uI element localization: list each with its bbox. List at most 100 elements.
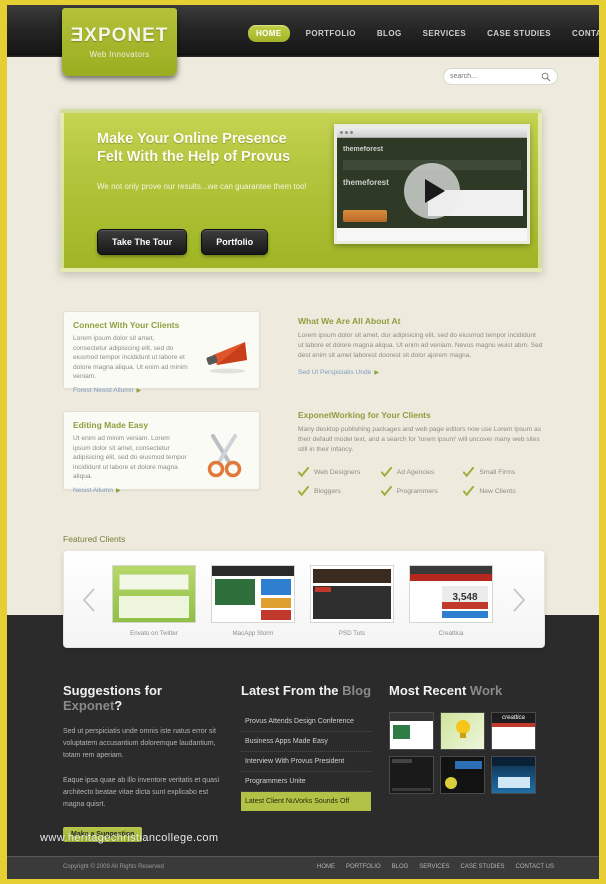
working-title: ExponetWorking for Your Clients: [298, 410, 431, 420]
mock-appstorm-dark: [390, 757, 433, 793]
mock-creattica: 3,548: [410, 566, 492, 622]
footer-nav-contact-us[interactable]: CONTACT US: [516, 864, 554, 870]
footer-nav-portfolio[interactable]: PORTFOLIO: [346, 864, 381, 870]
feature-card-link[interactable]: Forest Nesist Allumn ▶: [73, 387, 259, 394]
video-frame-content: themeforest themeforest: [337, 138, 527, 241]
about-link-label: Sed Ut Perspiciatis Unde: [298, 369, 372, 376]
hero-headline-line1: Make Your Online Presence: [97, 131, 287, 147]
checklist-label: New Clients: [479, 488, 516, 495]
arrow-right-icon: ▶: [136, 387, 142, 394]
client-thumb[interactable]: Envato on Twitter: [112, 565, 196, 637]
client-thumb[interactable]: PSD Tuts: [310, 565, 394, 637]
mock-bar: [261, 598, 291, 608]
checklist-item: Bloggers: [298, 486, 381, 497]
featured-clients-carousel: Envato on Twitter MacApp Storm PSD Tuts …: [63, 550, 545, 648]
client-thumb-image: [112, 565, 196, 623]
mock-rockable: [441, 757, 484, 793]
mock-bar: [315, 587, 331, 592]
checklist-item: Ad Agencies: [380, 467, 464, 478]
mock-idea-bulb: [441, 713, 484, 749]
take-the-tour-button[interactable]: Take The Tour: [97, 229, 188, 255]
check-icon: [463, 467, 475, 478]
suggestions-paragraph-2: Eaque ipsa quae ab illo inventore verita…: [63, 777, 220, 808]
client-thumb-caption: Creattica: [438, 630, 464, 637]
checklist-item: Web Designers: [298, 467, 381, 478]
feature-card-text: Lorem ipsum dolor sit amet, consectetur …: [73, 335, 188, 381]
frame-bottom: [0, 879, 606, 884]
blog-list-item[interactable]: Business Apps Made Easy: [241, 732, 371, 752]
footer-nav-case-studies[interactable]: CASE STUDIES: [461, 864, 505, 870]
work-thumb-rockable[interactable]: [440, 756, 485, 794]
suggestions-heading-brand: Exponet: [63, 698, 115, 713]
work-thumbnail-grid: creattica: [389, 712, 549, 794]
carousel-next-icon[interactable]: [510, 587, 528, 613]
mock-bar: [498, 777, 530, 788]
featured-clients-title: Featured Clients: [63, 534, 126, 544]
play-button[interactable]: [404, 163, 460, 219]
client-thumb-caption: PSD Tuts: [338, 630, 366, 637]
footer-nav-services[interactable]: SERVICES: [419, 864, 449, 870]
work-thumb-idea-bulb[interactable]: [440, 712, 485, 750]
blog-list-item[interactable]: Interview With Provus President: [241, 752, 371, 772]
scissors-icon: [207, 434, 242, 478]
footer-work-column: Most Recent Work creattica: [389, 683, 549, 794]
megaphone-icon: [206, 342, 247, 374]
portfolio-button[interactable]: Portfolio: [201, 229, 269, 255]
blog-heading-strong: Latest From the: [241, 683, 343, 698]
nav-item-case-studies[interactable]: CASE STUDIES: [482, 25, 556, 42]
working-checklist: Web Designers Ad Agencies Small Firms Bl…: [298, 467, 546, 497]
mock-bar: [393, 725, 410, 739]
about-title: What We Are All About At: [298, 316, 401, 326]
hero-headline-line2: Felt With the Help of Provus: [97, 149, 291, 165]
nav-item-home[interactable]: HOME: [248, 24, 290, 42]
feature-card-link[interactable]: Nesist Allumn ▶: [73, 487, 259, 494]
mock-bar: [445, 777, 457, 789]
about-link[interactable]: Sed Ut Perspiciatis Unde ▶: [298, 369, 543, 376]
feature-card-link-label: Nesist Allumn: [73, 486, 113, 494]
site-logo[interactable]: ƎXPONET Web Innovators: [62, 8, 177, 76]
client-thumb-caption: MacApp Storm: [232, 630, 274, 637]
blog-list-item-active[interactable]: Latest Client NuVorks Sounds Off: [241, 792, 371, 811]
check-icon: [380, 467, 392, 478]
mock-bar: [392, 759, 412, 763]
search-box[interactable]: [443, 68, 558, 85]
work-thumb-creattica[interactable]: creattica: [491, 712, 536, 750]
nav-item-services[interactable]: SERVICES: [418, 25, 472, 42]
checklist-item: Small Firms: [463, 467, 546, 478]
client-thumb[interactable]: 3,548 Creattica: [409, 565, 493, 637]
work-thumb-macappstorm[interactable]: [389, 712, 434, 750]
client-thumb[interactable]: MacApp Storm: [211, 565, 295, 637]
page-root: ƎXPONET Web Innovators HOME PORTFOLIO BL…: [0, 0, 606, 884]
check-icon: [298, 486, 309, 497]
mock-bar: [442, 611, 488, 618]
carousel-prev-icon[interactable]: [80, 587, 98, 613]
working-section: ExponetWorking for Your Clients Many des…: [298, 410, 546, 497]
search-icon[interactable]: [541, 72, 551, 82]
mock-bar: [442, 602, 488, 609]
footer-nav-home[interactable]: HOME: [317, 864, 335, 870]
nav-item-portfolio[interactable]: PORTFOLIO: [301, 25, 361, 42]
work-heading-dim: Work: [469, 683, 503, 698]
search-input[interactable]: [450, 73, 541, 80]
video-brand-themeforest-2: themeforest: [343, 178, 389, 187]
frame-top: [0, 0, 606, 5]
mock-envato-twitter: [113, 566, 195, 622]
blog-list-item[interactable]: Programmers Unite: [241, 772, 371, 792]
work-thumb-appstorm-dark[interactable]: [389, 756, 434, 794]
hero-video-thumbnail[interactable]: themeforest themeforest: [334, 124, 530, 244]
mock-bar: [492, 757, 535, 766]
blog-heading-dim: Blog: [342, 683, 372, 698]
mock-bar: [313, 569, 391, 583]
light-background: [7, 5, 599, 615]
nav-item-blog[interactable]: BLOG: [372, 25, 407, 42]
mock-bar: [212, 566, 294, 576]
work-thumb-cathedral[interactable]: [491, 756, 536, 794]
browser-chrome-bar: [337, 127, 527, 138]
hero-subtext: We not only prove our results...we can g…: [97, 182, 307, 191]
mock-bar: [390, 713, 433, 721]
mock-psd-tuts: [311, 566, 393, 622]
footer-nav-blog[interactable]: BLOG: [392, 864, 409, 870]
checklist-label: Ad Agencies: [396, 469, 435, 476]
play-icon: [424, 179, 445, 203]
blog-list-item[interactable]: Provus Attends Design Conference: [241, 712, 371, 732]
